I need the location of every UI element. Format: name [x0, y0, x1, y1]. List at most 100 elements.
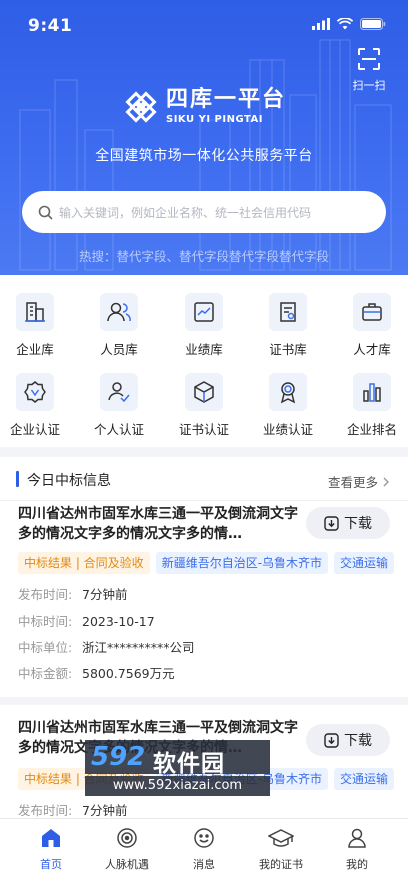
field-value: 浙江**********公司 [82, 640, 195, 655]
grid-item-label: 个人认证 [93, 422, 144, 437]
tab-connections[interactable]: 人脉机遇 [86, 827, 168, 872]
tab-home[interactable]: 首页 [10, 827, 92, 872]
tag-region: 新疆维吾尔自治区-乌鲁木齐市 [155, 768, 329, 790]
grid-item-enterprise-db[interactable]: 企业库 [0, 293, 76, 358]
grid-item-performance-auth[interactable]: 业绩认证 [247, 373, 329, 438]
search-icon [38, 205, 53, 220]
hero-header: 9:41 扫一扫 四库一平台 SIKU YI PINGTAI 全国建筑市场一体化… [0, 0, 408, 275]
tag-result: 中标结果 | 合同及验收 [18, 768, 150, 790]
grid-item-enterprise-auth[interactable]: 企业认证 [0, 373, 76, 438]
tag-industry: 交通运输 [334, 768, 395, 790]
bid-time-field: 中标时间: 2023-10-17 [18, 611, 155, 630]
grid-item-label: 证书库 [269, 342, 307, 357]
field-label: 中标时间: [18, 614, 73, 629]
message-icon [194, 828, 214, 848]
badge-check-icon [24, 381, 46, 403]
tag-row: 中标结果 | 合同及验收 新疆维吾尔自治区-乌鲁木齐市 交通运输 [18, 768, 408, 790]
download-button[interactable]: 下载 [306, 724, 390, 756]
bid-amount-field: 中标金额: 5800.7569万元 [18, 663, 175, 682]
view-more-link[interactable]: 查看更多 [328, 472, 390, 491]
tab-label: 人脉机遇 [105, 858, 149, 871]
tag-result: 中标结果 | 合同及验收 [18, 552, 150, 574]
logo-mark-icon [125, 90, 157, 123]
tag-region: 新疆维吾尔自治区-乌鲁木齐市 [155, 552, 329, 574]
grid-item-label: 企业库 [16, 342, 54, 357]
section-title: 今日中标信息 [27, 473, 111, 489]
field-value: 2023-10-17 [82, 614, 155, 629]
function-grid: 企业库 人员库 业绩库 证书库 人才库 企业认证 个人认证 证书认证 业绩认证 … [0, 275, 408, 447]
grid-item-certificate-auth[interactable]: 证书认证 [163, 373, 245, 438]
graduation-icon [267, 829, 295, 847]
grid-item-personnel-db[interactable]: 人员库 [78, 293, 160, 358]
field-value: 7分钟前 [82, 803, 128, 818]
people-icon [107, 302, 131, 322]
user-check-icon [108, 382, 130, 403]
field-label: 发布时间: [18, 803, 73, 818]
download-button[interactable]: 下载 [306, 507, 390, 539]
grid-item-label: 业绩认证 [262, 422, 313, 437]
news-item-title[interactable]: 四川省达州市固军水库三通一平及倒流洞文字多的情况文字多的情况文字多的情… [18, 504, 300, 544]
briefcase-icon [362, 303, 382, 321]
section-accent-bar [16, 471, 19, 487]
logo-subtitle: SIKU YI PINGTAI [166, 114, 263, 125]
bid-news-item-2: 四川省达州市固军水库三通一平及倒流洞文字多的情况文字多的情况文字多的情… 下载 … [0, 705, 408, 825]
tab-bar: 首页 人脉机遇 消息 我的证书 我的 [0, 818, 408, 883]
scan-icon [358, 48, 380, 70]
publish-time-field: 发布时间: 7分钟前 [18, 800, 127, 819]
bar-rank-icon [363, 383, 381, 402]
grid-item-personal-auth[interactable]: 个人认证 [78, 373, 160, 438]
chart-icon [194, 302, 214, 322]
view-more-label: 查看更多 [328, 475, 379, 490]
chevron-right-icon [383, 477, 389, 487]
status-icons [312, 18, 386, 30]
bid-news-section: 今日中标信息 查看更多 四川省达州市固军水库三通一平及倒流洞文字多的情况文字多的… [0, 457, 408, 697]
tab-label: 我的证书 [259, 858, 303, 871]
news-item-title[interactable]: 四川省达州市固军水库三通一平及倒流洞文字多的情况文字多的情况文字多的情… [18, 718, 300, 758]
download-label: 下载 [344, 516, 372, 532]
grid-item-enterprise-rank[interactable]: 企业排名 [331, 373, 408, 438]
status-time: 9:41 [28, 16, 73, 36]
download-label: 下载 [344, 733, 372, 749]
wifi-icon [337, 18, 353, 30]
status-bar: 9:41 [0, 0, 408, 46]
signal-icon [312, 18, 330, 30]
tab-label: 首页 [40, 858, 62, 871]
tab-label: 消息 [193, 858, 215, 871]
cube-icon [194, 381, 214, 403]
publish-time-field: 发布时间: 7分钟前 [18, 584, 127, 603]
certificate-icon [280, 302, 296, 322]
building-icon [25, 302, 45, 322]
grid-item-label: 企业排名 [346, 422, 397, 437]
medal-icon [280, 382, 296, 404]
field-value: 5800.7569万元 [82, 666, 175, 681]
grid-item-label: 企业认证 [9, 422, 60, 437]
search-input[interactable]: 输入关键词，例如企业名称、统一社会信用代码 [59, 204, 311, 221]
app-logo: 四库一平台 SIKU YI PINGTAI [124, 88, 286, 125]
battery-icon [360, 18, 386, 30]
compass-icon [117, 828, 137, 848]
scan-button[interactable]: 扫一扫 [348, 47, 390, 93]
tag-row: 中标结果 | 合同及验收 新疆维吾尔自治区-乌鲁木齐市 交通运输 [18, 552, 408, 574]
hot-search[interactable]: 热搜：替代字段、替代字段替代字段替代字段 [0, 246, 408, 265]
bid-unit-field: 中标单位: 浙江**********公司 [18, 637, 195, 656]
grid-item-label: 业绩库 [185, 342, 223, 357]
field-label: 中标单位: [18, 640, 73, 655]
section-header: 今日中标信息 查看更多 [0, 457, 408, 501]
grid-item-performance-db[interactable]: 业绩库 [163, 293, 245, 358]
search-bar[interactable]: 输入关键词，例如企业名称、统一社会信用代码 [22, 191, 386, 233]
scan-label: 扫一扫 [352, 79, 386, 92]
tab-profile[interactable]: 我的 [316, 827, 398, 872]
field-value: 7分钟前 [82, 587, 128, 602]
tab-label: 我的 [346, 858, 368, 871]
download-icon [324, 515, 339, 531]
grid-item-label: 人才库 [353, 342, 391, 357]
logo-title: 四库一平台 [166, 87, 287, 112]
grid-item-label: 人员库 [100, 342, 138, 357]
grid-item-talent-db[interactable]: 人才库 [331, 293, 408, 358]
tab-my-certificates[interactable]: 我的证书 [240, 827, 322, 872]
home-icon [42, 829, 60, 847]
tab-messages[interactable]: 消息 [163, 827, 245, 872]
grid-item-label: 证书认证 [178, 422, 229, 437]
grid-item-certificate-db[interactable]: 证书库 [247, 293, 329, 358]
field-label: 发布时间: [18, 587, 73, 602]
